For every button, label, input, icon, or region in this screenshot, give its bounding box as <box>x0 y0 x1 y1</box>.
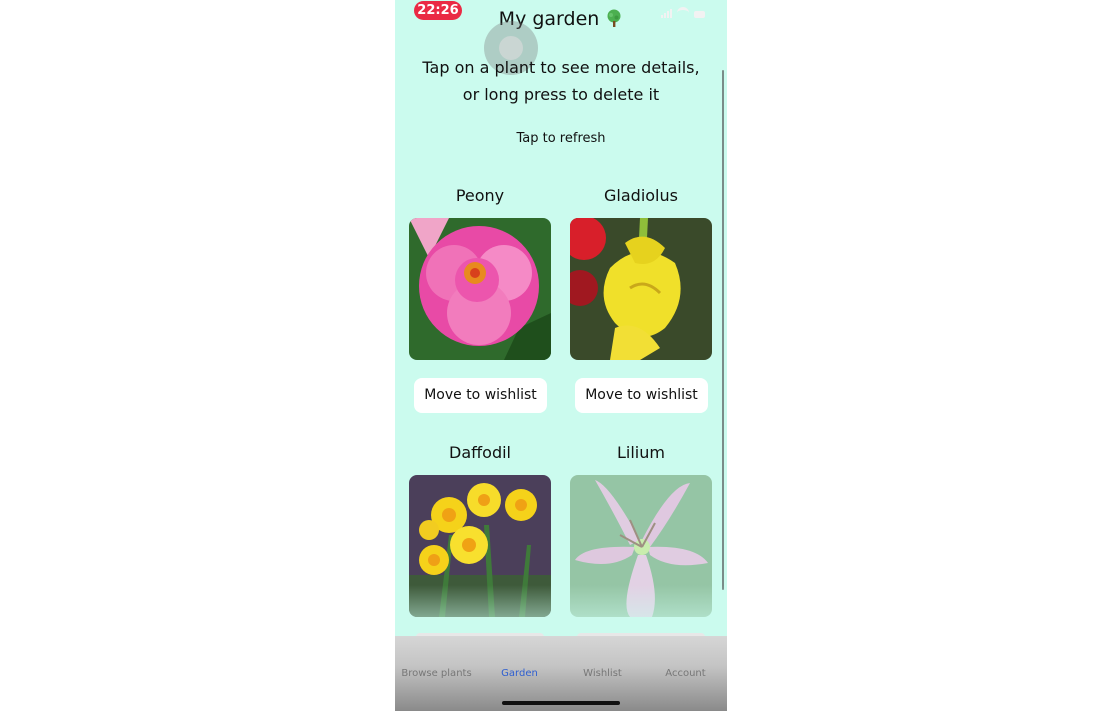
tab-bar: Browse plants Garden Wishlist Account <box>395 636 727 711</box>
tab-garden[interactable]: Garden <box>478 668 561 679</box>
move-to-wishlist-button-peony[interactable]: Move to wishlist <box>414 378 547 413</box>
scrollbar[interactable] <box>722 70 724 590</box>
page-title: My garden <box>395 8 727 30</box>
refresh-button[interactable]: Tap to refresh <box>395 131 727 146</box>
home-indicator[interactable] <box>502 701 620 705</box>
plant-name-peony: Peony <box>455 186 505 205</box>
plant-image-peony[interactable] <box>409 218 551 360</box>
tree-icon <box>607 9 621 27</box>
instructions-line-1: Tap on a plant to see more details, <box>422 58 700 77</box>
plant-name-daffodil: Daffodil <box>449 443 511 462</box>
move-to-wishlist-button-gladiolus[interactable]: Move to wishlist <box>575 378 708 413</box>
tab-browse-plants[interactable]: Browse plants <box>395 668 478 679</box>
phone-screen: 22:26 My garden Tap on a plant to see mo… <box>395 0 727 711</box>
instructions-line-2: or long press to delete it <box>462 85 660 104</box>
plant-image-gladiolus[interactable] <box>570 218 712 360</box>
plant-name-gladiolus: Gladiolus <box>604 186 678 205</box>
tab-account[interactable]: Account <box>644 668 727 679</box>
plant-name-lilium: Lilium <box>617 443 665 462</box>
instructions-text: Tap on a plant to see more details, or l… <box>395 54 727 108</box>
tab-wishlist[interactable]: Wishlist <box>561 668 644 679</box>
